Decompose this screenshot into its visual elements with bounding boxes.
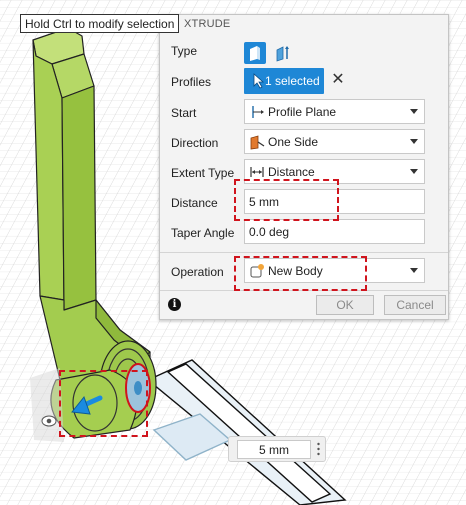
- direction-label: Direction: [171, 136, 219, 150]
- extent-type-dropdown[interactable]: Distance: [244, 159, 425, 184]
- profile-plane-icon: [252, 106, 264, 118]
- chevron-down-icon: [410, 109, 418, 114]
- ok-button[interactable]: OK: [316, 295, 374, 315]
- taper-angle-label: Taper Angle: [171, 226, 235, 240]
- start-dropdown[interactable]: Profile Plane: [244, 99, 425, 124]
- info-icon[interactable]: i: [168, 298, 181, 311]
- extent-type-value: Distance: [268, 165, 315, 179]
- operation-label: Operation: [171, 265, 224, 279]
- selected-profile: [125, 363, 151, 413]
- operation-dropdown[interactable]: New Body: [244, 258, 425, 283]
- chevron-down-icon: [410, 139, 418, 144]
- dialog-footer: i OK Cancel: [160, 292, 448, 321]
- distance-input[interactable]: 5 mm: [244, 189, 425, 214]
- one-side-icon: [250, 135, 265, 150]
- extent-type-label: Extent Type: [171, 166, 235, 180]
- cursor-arrow-icon: [253, 73, 265, 89]
- extrude-thin-icon[interactable]: [272, 42, 294, 64]
- distance-label: Distance: [171, 196, 218, 210]
- direction-dropdown[interactable]: One Side: [244, 129, 425, 154]
- more-options-icon[interactable]: [317, 442, 320, 456]
- divider: [160, 290, 448, 291]
- origin-handle[interactable]: [41, 415, 57, 427]
- taper-angle-value: 0.0 deg: [249, 225, 290, 239]
- viewport-distance-widget: 5 mm: [228, 436, 326, 462]
- direction-row: Direction One Side: [160, 129, 448, 157]
- viewport-distance-input[interactable]: 5 mm: [237, 440, 311, 459]
- profiles-select-button[interactable]: 1 selected: [244, 68, 324, 94]
- type-label: Type: [171, 44, 198, 58]
- clear-selection-icon[interactable]: ✕: [330, 71, 346, 89]
- selection-tooltip: Hold Ctrl to modify selection: [20, 14, 180, 33]
- extent-type-row: Extent Type Distance: [160, 159, 448, 187]
- profiles-row: Profiles 1 selected ✕: [160, 68, 448, 96]
- distance-row: Distance 5 mm: [160, 189, 448, 217]
- viewport-distance-value: 5 mm: [259, 443, 289, 457]
- extrude-preview: [30, 368, 64, 442]
- new-body-icon: [250, 264, 264, 278]
- profiles-label: Profiles: [171, 75, 212, 89]
- taper-angle-row: Taper Angle 0.0 deg: [160, 219, 448, 247]
- extrude-dialog: XTRUDE Type Profiles 1 selected ✕ Start …: [159, 14, 449, 320]
- operation-row: Operation New Body: [160, 258, 448, 286]
- cancel-button[interactable]: Cancel: [384, 295, 446, 315]
- dialog-title: XTRUDE: [184, 18, 231, 30]
- taper-angle-input[interactable]: 0.0 deg: [244, 219, 425, 244]
- direction-value: One Side: [268, 135, 319, 149]
- distance-value: 5 mm: [249, 195, 279, 209]
- start-value: Profile Plane: [268, 105, 337, 119]
- chevron-down-icon: [410, 169, 418, 174]
- start-label: Start: [171, 106, 197, 120]
- chevron-down-icon: [410, 268, 418, 273]
- operation-value: New Body: [268, 264, 323, 278]
- distance-icon: [250, 167, 264, 177]
- type-row: Type: [160, 37, 448, 65]
- divider: [160, 252, 448, 253]
- extrude-solid-icon[interactable]: [244, 42, 266, 64]
- start-row: Start Profile Plane: [160, 99, 448, 127]
- profiles-value: 1 selected: [265, 74, 320, 88]
